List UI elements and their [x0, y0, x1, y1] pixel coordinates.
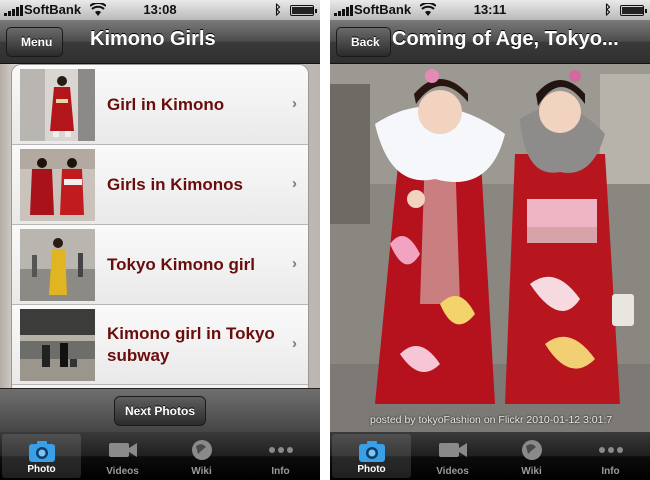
- tab-videos-label: Videos: [106, 466, 139, 477]
- tab-photo[interactable]: Photo: [2, 434, 81, 478]
- clock: 13:11: [473, 2, 507, 17]
- clock: 13:08: [143, 2, 177, 17]
- list-item[interactable]: Girls in Kimonos ›: [12, 145, 308, 225]
- tab-bar: Photo Videos Wiki Info: [0, 432, 320, 480]
- list-item[interactable]: Girl in Kimono ›: [12, 65, 308, 145]
- globe-icon: [191, 440, 212, 460]
- page-title: Kimono Girls: [90, 28, 216, 50]
- camera-icon: [28, 441, 55, 462]
- list-item-label: Girl in Kimono: [107, 95, 225, 114]
- menu-back-button[interactable]: Menu: [6, 27, 64, 57]
- video-camera-icon: [108, 443, 137, 457]
- chevron-right-icon: ›: [292, 335, 297, 352]
- tab-wiki[interactable]: Wiki: [492, 432, 571, 480]
- list-item-label: Kimono girl in Tokyo subway: [107, 324, 275, 365]
- back-button[interactable]: Back: [336, 27, 391, 57]
- bluetooth-icon: ᛒ: [604, 2, 612, 17]
- kimono-photo: [330, 64, 650, 432]
- photo-list: Girl in Kimono › Girls in Kimonos › Toky…: [12, 65, 308, 388]
- tab-wiki-label: Wiki: [191, 466, 212, 477]
- next-photos-button[interactable]: Next Photos: [114, 396, 206, 426]
- more-icon: [268, 447, 293, 453]
- chevron-right-icon: ›: [292, 175, 297, 192]
- thumbnail-image: [20, 309, 95, 381]
- menu-back-label: Menu: [21, 35, 53, 49]
- tab-videos[interactable]: Videos: [413, 432, 492, 480]
- battery-icon: [290, 5, 317, 16]
- thumbnail-image: [20, 69, 95, 141]
- list-item[interactable]: Kimono girl in Tokyo subway ›: [12, 305, 308, 385]
- tab-photo-label: Photo: [27, 464, 56, 475]
- photo-view[interactable]: posted by tokyoFashion on Flickr 2010-01…: [330, 64, 650, 432]
- tab-photo[interactable]: Photo: [332, 434, 411, 478]
- camera-icon: [358, 441, 385, 462]
- page-title: Coming of Age, Tokyo...: [392, 28, 619, 50]
- bluetooth-icon: ᛒ: [274, 2, 282, 17]
- more-icon: [598, 447, 623, 453]
- navigation-bar: Back Coming of Age, Tokyo...: [330, 20, 650, 64]
- battery-icon: [620, 5, 647, 16]
- list-screen: SoftBank 13:08 ᛒ Menu Kimono Girls Girl …: [0, 0, 320, 480]
- tab-videos[interactable]: Videos: [83, 432, 162, 480]
- tab-wiki-label: Wiki: [521, 466, 542, 477]
- photo-caption: posted by tokyoFashion on Flickr 2010-01…: [370, 414, 613, 426]
- thumbnail-image: [20, 229, 95, 301]
- chevron-right-icon: ›: [292, 95, 297, 112]
- list-item-label: Girls in Kimonos: [107, 175, 244, 194]
- thumbnail-image: [20, 149, 95, 221]
- tab-info[interactable]: Info: [241, 432, 320, 480]
- photo-list-area[interactable]: Girl in Kimono › Girls in Kimonos › Toky…: [0, 64, 320, 388]
- tab-wiki[interactable]: Wiki: [162, 432, 241, 480]
- tab-bar: Photo Videos Wiki Info: [330, 432, 650, 480]
- tab-info-label: Info: [601, 466, 620, 477]
- back-button-label: Back: [351, 35, 380, 49]
- tab-info[interactable]: Info: [571, 432, 650, 480]
- list-item[interactable]: Tokyo Kimono girl ›: [12, 225, 308, 305]
- photo-detail-screen: SoftBank 13:11 ᛒ Back Coming of Age, Tok…: [330, 0, 650, 480]
- tab-info-label: Info: [271, 466, 290, 477]
- navigation-bar: Menu Kimono Girls: [0, 20, 320, 64]
- tab-videos-label: Videos: [436, 466, 469, 477]
- video-camera-icon: [438, 443, 467, 457]
- bottom-toolbar: Next Photos: [0, 388, 320, 432]
- list-item-label: Tokyo Kimono girl: [107, 255, 255, 274]
- status-bar: SoftBank 13:11 ᛒ: [330, 0, 650, 20]
- globe-icon: [521, 440, 542, 460]
- tab-photo-label: Photo: [357, 464, 386, 475]
- chevron-right-icon: ›: [292, 255, 297, 272]
- status-bar: SoftBank 13:08 ᛒ: [0, 0, 320, 20]
